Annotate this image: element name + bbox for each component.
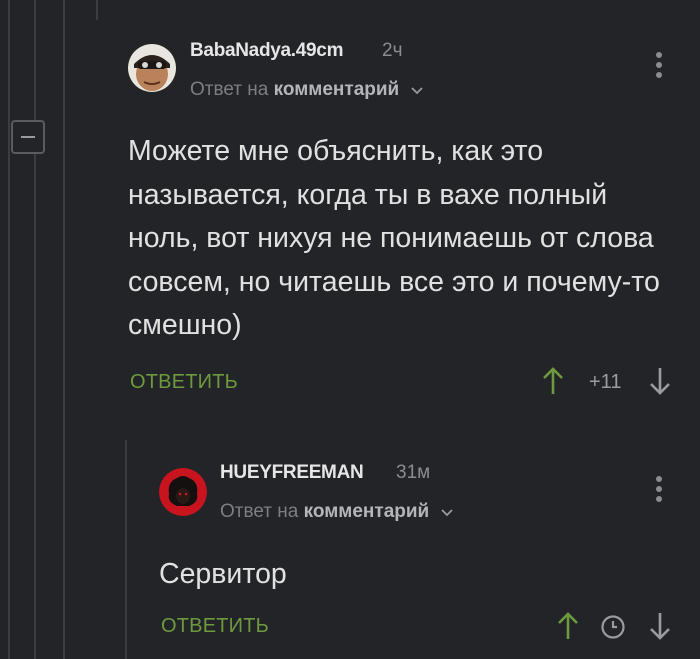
collapse-thread-button[interactable] [11, 120, 45, 154]
downvote-arrow-icon[interactable] [648, 366, 672, 401]
avatar-image [128, 44, 176, 92]
comment-time: 2ч [382, 40, 403, 61]
clock-icon [600, 614, 626, 645]
thread-line [34, 0, 36, 659]
avatar[interactable] [128, 44, 176, 92]
thread-line [63, 0, 65, 659]
upvote-arrow-icon[interactable] [541, 366, 565, 401]
rating-count: +11 [589, 371, 622, 393]
thread-line [125, 440, 127, 659]
comment-time: 31м [396, 462, 431, 483]
avatar[interactable] [159, 468, 207, 516]
downvote-arrow-icon[interactable] [648, 611, 672, 646]
comment-text: Можете мне объяснить, как это называется… [128, 135, 660, 341]
reply-to-prefix: Ответ на [190, 79, 269, 100]
reply-to-prefix: Ответ на [220, 501, 299, 522]
avatar-image [159, 468, 207, 516]
upvote-arrow-icon[interactable] [556, 611, 580, 646]
reply-button[interactable]: ОТВЕТИТЬ [161, 615, 269, 638]
reply-to-target: комментарий [273, 79, 400, 100]
comment-username[interactable]: BabaNadya.49cm [190, 40, 343, 62]
chevron-down-icon [440, 501, 453, 523]
thread-line [8, 0, 10, 659]
comment-username[interactable]: HUEYFREEMAN [220, 462, 364, 484]
reply-to-link[interactable]: Ответ на комментарий [220, 501, 453, 523]
minus-icon [21, 136, 35, 138]
reply-to-link[interactable]: Ответ на комментарий [190, 79, 423, 101]
menu-dots-icon[interactable] [654, 476, 664, 506]
reply-button[interactable]: ОТВЕТИТЬ [130, 371, 238, 394]
menu-dots-icon[interactable] [654, 52, 664, 82]
reply-to-target: комментарий [303, 501, 430, 522]
comment-text: Сервитор [159, 558, 287, 590]
thread-line [96, 0, 98, 20]
chevron-down-icon [410, 79, 423, 101]
